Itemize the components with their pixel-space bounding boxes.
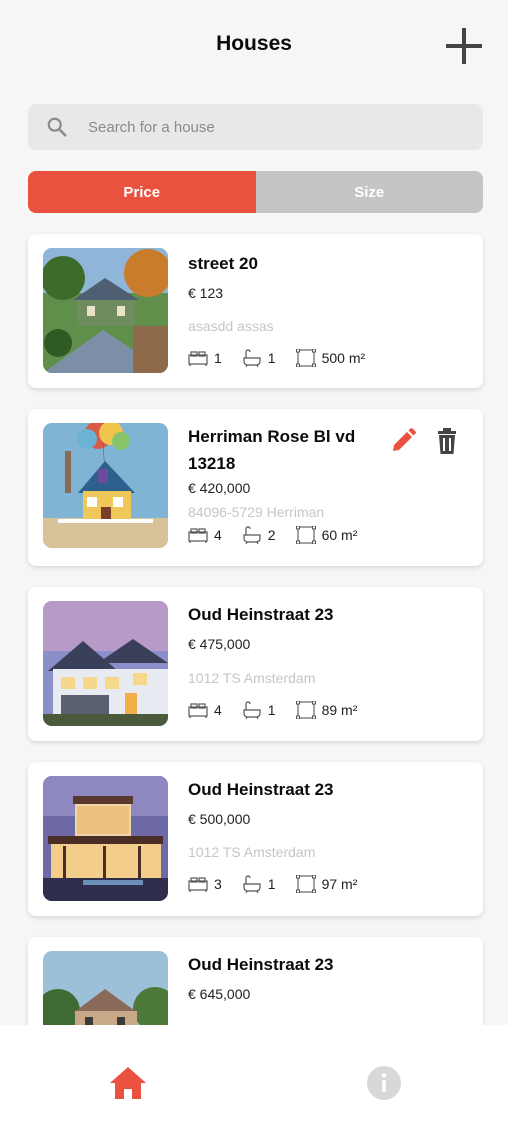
house-price: € 645,000: [188, 986, 251, 1002]
trash-icon[interactable]: [433, 427, 461, 455]
bath-icon: [242, 526, 262, 544]
house-price: € 123: [188, 285, 224, 301]
house-photo: [43, 601, 168, 726]
house-price: € 475,000: [188, 636, 251, 652]
page-title: Houses: [216, 32, 292, 55]
house-street: Herriman Rose Bl vd 13218: [188, 427, 356, 473]
bathroom-count: 1: [267, 350, 276, 366]
app-header: Houses: [0, 0, 508, 90]
house-price: € 500,000: [188, 811, 251, 827]
bedroom-count: 1: [214, 350, 222, 366]
house-card[interactable]: Oud Heinstraat 23 € 500,000 1012 TS Amst…: [28, 762, 483, 916]
house-features: 3 1 97 m²: [188, 873, 469, 895]
house-price: € 420,000: [188, 480, 251, 496]
search-icon: [46, 116, 68, 138]
bath-icon: [242, 701, 262, 719]
house-zip: 84096-5729 Herriman: [188, 504, 325, 520]
house-features: 1 1 500 m²: [188, 347, 469, 369]
house-size: 60 m²: [321, 527, 358, 543]
house-zip: 1012 TS Amsterdam: [188, 844, 316, 860]
house-size: 89 m²: [321, 702, 358, 718]
bed-icon: [188, 701, 208, 719]
house-zip: 1012 TS Amsterdam: [188, 670, 316, 686]
sort-price-tab[interactable]: Price: [28, 171, 256, 213]
add-house-button[interactable]: [446, 28, 482, 64]
house-features: 4 1 89 m²: [188, 699, 469, 721]
area-icon: [295, 526, 316, 544]
sort-toggle: Price Size: [28, 171, 483, 213]
bedroom-count: 4: [214, 527, 222, 543]
house-card[interactable]: street 20 € 123 asasdd assas 1 1 500 m²: [28, 234, 483, 388]
house-card[interactable]: Herriman Rose Bl vd 13218 € 420,000 8409…: [28, 409, 483, 566]
info-icon[interactable]: [366, 1065, 402, 1101]
house-street: street 20: [188, 254, 258, 273]
area-icon: [295, 875, 316, 893]
house-photo: [43, 776, 168, 901]
house-size: 500 m²: [321, 350, 366, 366]
card-actions: [389, 427, 461, 455]
house-street: Oud Heinstraat 23: [188, 955, 334, 974]
house-features: 4 2 60 m²: [188, 524, 363, 546]
bathroom-count: 2: [267, 527, 276, 543]
bed-icon: [188, 875, 208, 893]
area-icon: [295, 701, 316, 719]
bathroom-count: 1: [267, 876, 276, 892]
house-street: Oud Heinstraat 23: [188, 605, 334, 624]
house-info: Oud Heinstraat 23 € 500,000 1012 TS Amst…: [188, 776, 469, 895]
house-card[interactable]: Oud Heinstraat 23 € 475,000 1012 TS Amst…: [28, 587, 483, 741]
house-street: Oud Heinstraat 23: [188, 780, 334, 799]
home-icon[interactable]: [108, 1065, 148, 1101]
search-bar: [28, 104, 483, 150]
house-photo: [43, 248, 168, 373]
house-info: Oud Heinstraat 23 € 645,000: [188, 951, 469, 1003]
house-zip: asasdd assas: [188, 318, 274, 334]
house-size: 97 m²: [321, 876, 358, 892]
bottom-navigation: [0, 1025, 508, 1136]
search-input[interactable]: [88, 104, 468, 150]
bed-icon: [188, 349, 208, 367]
bedroom-count: 4: [214, 702, 222, 718]
bed-icon: [188, 526, 208, 544]
sort-size-tab[interactable]: Size: [255, 171, 483, 213]
house-info: Oud Heinstraat 23 € 475,000 1012 TS Amst…: [188, 601, 469, 721]
house-info: street 20 € 123 asasdd assas 1 1 500 m²: [188, 250, 469, 369]
edit-icon[interactable]: [389, 427, 417, 455]
area-icon: [295, 349, 316, 367]
bath-icon: [242, 349, 262, 367]
bathroom-count: 1: [267, 702, 276, 718]
bath-icon: [242, 875, 262, 893]
bedroom-count: 3: [214, 876, 222, 892]
house-info: Herriman Rose Bl vd 13218 € 420,000 8409…: [188, 423, 363, 546]
house-photo: [43, 423, 168, 548]
